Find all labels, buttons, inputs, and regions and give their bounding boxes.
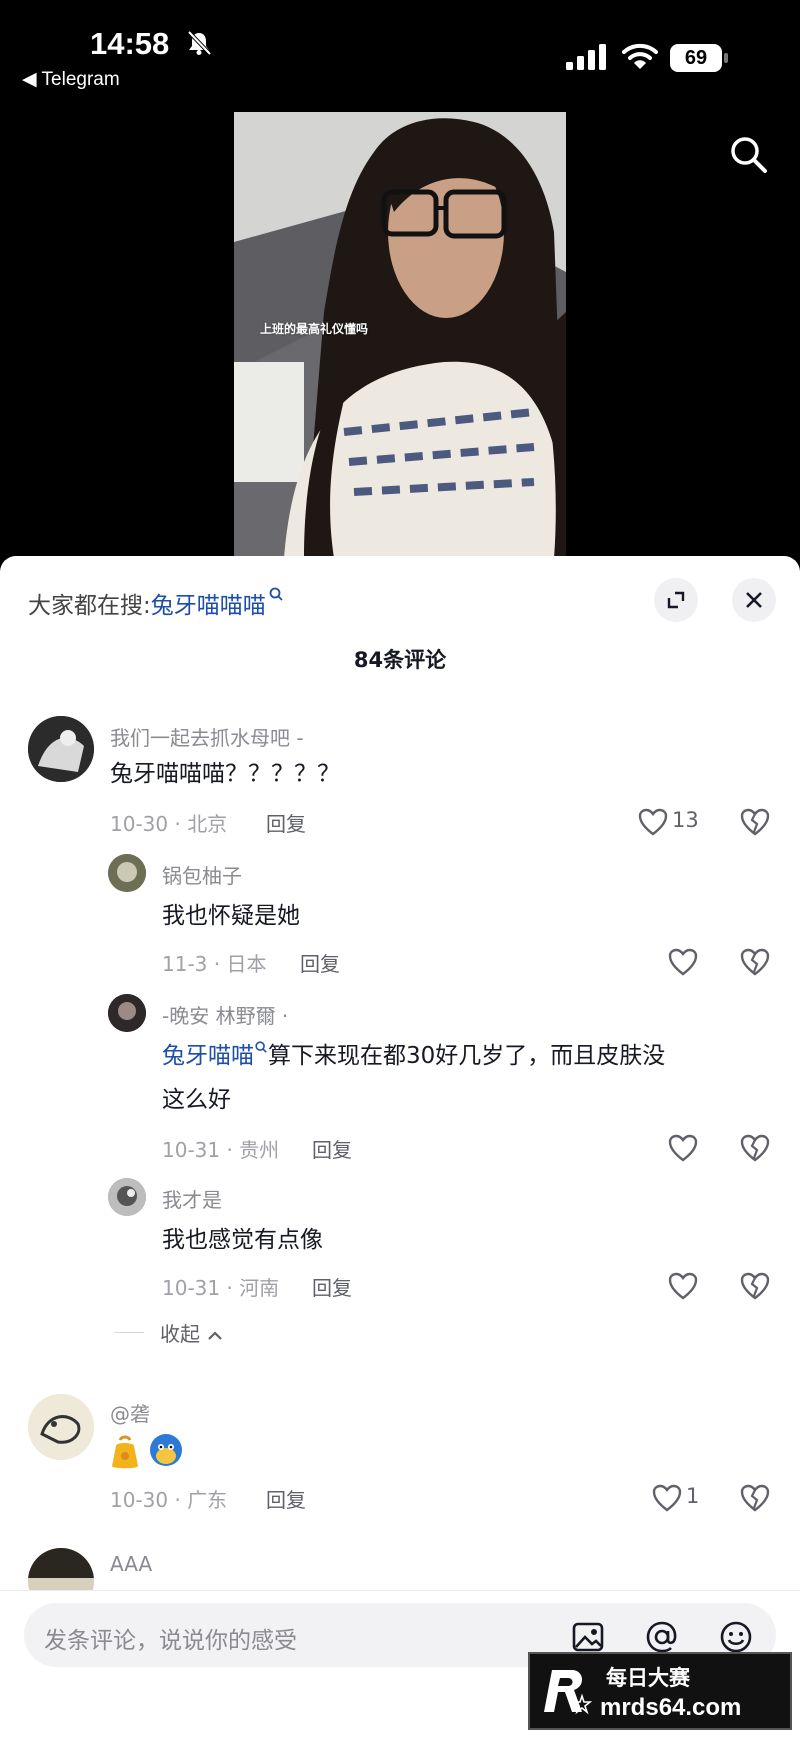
wifi-icon [622, 43, 658, 69]
comment-username[interactable]: -晚安 林野爾 · [162, 1000, 288, 1029]
collapse-divider [114, 1332, 144, 1333]
close-button[interactable] [732, 578, 776, 622]
avatar[interactable] [28, 1394, 94, 1460]
reply-button[interactable]: 回复 [312, 1134, 352, 1163]
comment-input-placeholder: 发条评论，说说你的感受 [44, 1628, 297, 1654]
comment-emoji-row [110, 1432, 190, 1472]
comment-date-location: 10-30 · 北京 [110, 812, 228, 836]
avatar-image [108, 854, 146, 892]
avatar[interactable] [108, 854, 146, 892]
comment-username[interactable]: AAA [110, 1552, 152, 1576]
reply-button[interactable]: 回复 [266, 808, 306, 837]
reply-button[interactable]: 回复 [300, 948, 340, 977]
reply-button[interactable]: 回复 [312, 1272, 352, 1301]
battery-indicator: 69 [670, 44, 728, 72]
mini-search-icon [269, 587, 283, 601]
comment-date-location: 10-30 · 广东 [110, 1488, 228, 1512]
comment-text: 我也感觉有点像 [162, 1227, 323, 1253]
avatar[interactable] [108, 994, 146, 1032]
comment-text: 兔牙喵喵 算下来现在都30好几岁了，而且皮肤没这么好 [162, 1034, 762, 1122]
comment-sheet: 大家都在搜:兔牙喵喵喵 84条评论 我们一起去抓水母吧 - 兔牙喵喵喵？？？？？… [0, 556, 800, 1738]
broken-heart-icon[interactable] [740, 1484, 770, 1512]
watermark-url: mrds64.com [600, 1694, 742, 1721]
comment-text-line1: 算下来现在都30好几岁了，而且皮肤没 [268, 1043, 666, 1069]
reply-button[interactable]: 回复 [266, 1484, 306, 1513]
comment-mention-link[interactable]: 兔牙喵喵 [162, 1043, 254, 1069]
comment-username[interactable]: 我们一起去抓水母吧 - [110, 722, 304, 751]
hot-search-prefix: 大家都在搜: [28, 593, 151, 619]
collapse-replies-button[interactable]: 收起 [160, 1318, 224, 1347]
at-mention-icon[interactable] [644, 1619, 680, 1655]
comment-username[interactable]: 锅包柚子 [162, 860, 242, 889]
gift-bag-emoji-icon [112, 1435, 138, 1469]
comment-date-location: 10-31 · 河南 [162, 1276, 280, 1300]
chevron-up-icon [208, 1330, 223, 1340]
hot-search-bar[interactable]: 大家都在搜:兔牙喵喵喵 [28, 586, 284, 620]
image-icon[interactable] [570, 1619, 606, 1655]
broken-heart-icon[interactable] [740, 948, 770, 976]
battery-level: 69 [670, 44, 722, 72]
comment-text-line2: 这么好 [162, 1087, 231, 1113]
comment-text: 我也怀疑是她 [162, 903, 300, 929]
bell-muted-icon [187, 30, 212, 56]
like-count: 1 [686, 1484, 700, 1508]
comment-count: 84条评论 [353, 648, 447, 672]
heart-icon[interactable] [668, 1134, 698, 1162]
broken-heart-icon[interactable] [740, 808, 770, 836]
expand-icon [667, 591, 685, 609]
mini-search-icon [255, 1041, 267, 1053]
avatar-image [108, 994, 146, 1032]
heart-icon[interactable] [652, 1484, 682, 1512]
heart-icon[interactable] [668, 948, 698, 976]
collapse-label: 收起 [160, 1322, 200, 1346]
video-player[interactable]: 上班的最高礼仪懂吗 [234, 112, 566, 558]
watermark-logo-icon [544, 1670, 593, 1715]
hot-search-keyword[interactable]: 兔牙喵喵喵 [151, 593, 266, 619]
comment-date-location: 11-3 · 日本 [162, 952, 267, 976]
broken-heart-icon[interactable] [740, 1272, 770, 1300]
comment-username[interactable]: 我才是 [162, 1184, 222, 1213]
avatar[interactable] [28, 716, 94, 782]
site-watermark: 每日大赛 mrds64.com [528, 1652, 792, 1730]
avatar[interactable] [108, 1178, 146, 1216]
battery-nub [724, 53, 728, 63]
comment-date-location: 10-31 · 贵州 [162, 1138, 280, 1162]
close-icon [746, 592, 762, 608]
broken-heart-icon[interactable] [740, 1134, 770, 1162]
avatar-image [108, 1178, 146, 1216]
status-bar: 14:58 ◀ Telegram 69 [0, 0, 800, 100]
comment-username[interactable]: @砻 [110, 1398, 150, 1427]
back-to-telegram-link[interactable]: ◀ Telegram [22, 68, 120, 91]
comment-text: 兔牙喵喵喵？？？？？ [110, 761, 340, 787]
avatar-image [28, 716, 94, 782]
video-caption: 上班的最高礼仪懂吗 [260, 322, 369, 336]
cellular-signal-icon [566, 44, 606, 70]
emoji-icon[interactable] [718, 1619, 754, 1655]
expand-button[interactable] [654, 578, 698, 622]
watermark-title: 每日大赛 [606, 1666, 690, 1690]
search-icon[interactable] [726, 132, 770, 176]
heart-icon[interactable] [668, 1272, 698, 1300]
duck-emoji-icon [150, 1434, 182, 1466]
avatar-image [28, 1394, 94, 1460]
heart-icon[interactable] [638, 808, 668, 836]
status-time: 14:58 [90, 26, 170, 61]
like-count: 13 [672, 808, 699, 832]
